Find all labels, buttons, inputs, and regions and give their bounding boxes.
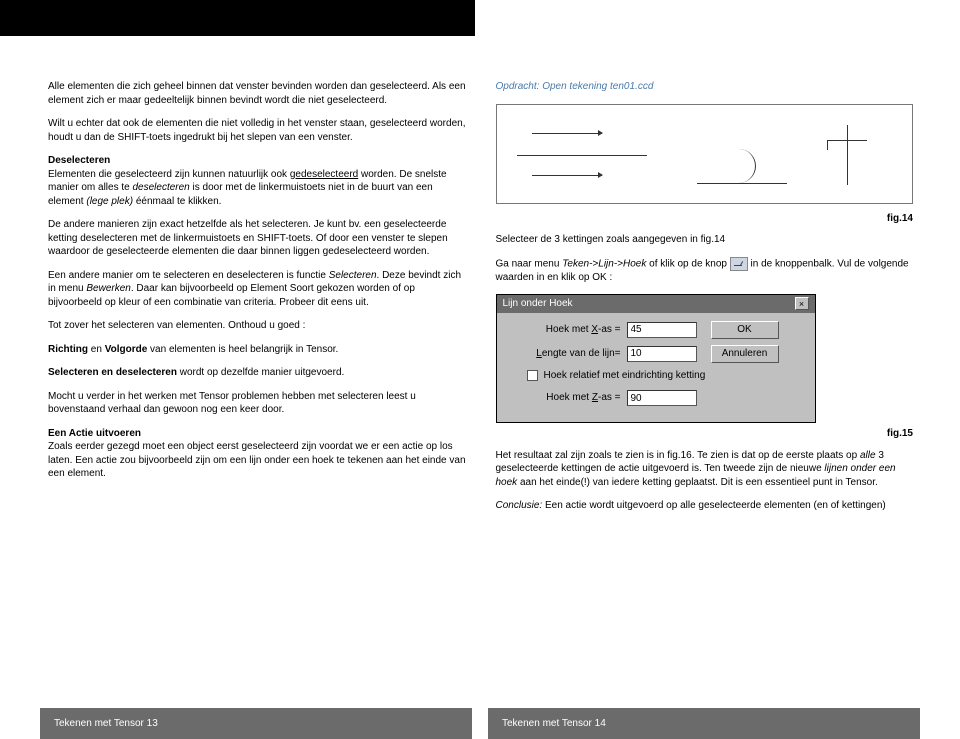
fig14-caption: fig.14 <box>496 212 914 226</box>
t: éénmaal te klikken. <box>133 196 221 207</box>
left-p4: De andere manieren zijn exact hetzelfde … <box>48 218 466 259</box>
figure-14 <box>496 104 914 204</box>
t: of klik op de knop <box>646 258 729 269</box>
t: Zoals eerder gezegd moet een object eers… <box>48 441 466 479</box>
t: Volgorde <box>105 344 148 355</box>
t: van elementen is heel belangrijk in Tens… <box>147 344 338 355</box>
label-hoek-x: Hoek met X-as = <box>507 323 627 337</box>
t: en <box>88 344 105 355</box>
t: engte van de lijn= <box>542 348 621 359</box>
left-p5: Een andere manier om te selecteren en de… <box>48 269 466 310</box>
t: alle <box>860 450 876 461</box>
t: Selecteren <box>329 270 377 281</box>
input-lengte[interactable] <box>627 346 697 362</box>
left-p3: Deselecteren Elementen die geselecteerd … <box>48 154 466 208</box>
left-p8: Selecteren en deselecteren wordt op deze… <box>48 366 466 380</box>
left-p7: Richting en Volgorde van elementen is he… <box>48 343 466 357</box>
footer-left: Tekenen met Tensor 13 <box>40 708 472 739</box>
t: gedeselecteerd <box>290 169 358 180</box>
fig15-caption: fig.15 <box>496 427 914 441</box>
t: Het resultaat zal zijn zoals te zien is … <box>496 450 860 461</box>
t: oek relatief met eindrichting ketting <box>551 370 706 381</box>
t: Een actie wordt uitgevoerd op alle gesel… <box>542 500 886 511</box>
angle-line-icon[interactable] <box>730 257 748 271</box>
assignment-text: Opdracht: Open tekening ten01.ccd <box>496 80 914 94</box>
t: X <box>591 324 598 335</box>
header-black-bar <box>0 0 475 36</box>
t: Selecteren en deselecteren <box>48 367 177 378</box>
label-hoek-z: Hoek met Z-as = <box>507 391 627 405</box>
t: Bewerken <box>86 283 130 294</box>
right-p1: Selecteer de 3 kettingen zoals aangegeve… <box>496 233 914 247</box>
right-p2: Ga naar menu Teken->Lijn->Hoek of klik o… <box>496 257 914 285</box>
t: Een andere manier om te selecteren en de… <box>48 270 329 281</box>
left-p2: Wilt u echter dat ook de elementen die n… <box>48 117 466 144</box>
heading-actie: Een Actie uitvoeren <box>48 428 141 439</box>
t: wordt op dezelfde manier uitgevoerd. <box>177 367 344 378</box>
left-p6: Tot zover het selecteren van elementen. … <box>48 319 466 333</box>
close-icon[interactable]: × <box>795 297 809 310</box>
t: Conclusie: <box>496 500 543 511</box>
dialog-lijn-onder-hoek: Lijn onder Hoek × Hoek met X-as = OK Len… <box>496 294 816 423</box>
footers: Tekenen met Tensor 13 Tekenen met Tensor… <box>0 708 960 739</box>
input-hoek-x[interactable] <box>627 322 697 338</box>
label-hoek-relatief: Hoek relatief met eindrichting ketting <box>544 369 706 383</box>
t: -as = <box>598 324 621 335</box>
left-p1: Alle elementen die zich geheel binnen da… <box>48 80 466 107</box>
page-columns: Alle elementen die zich geheel binnen da… <box>48 80 913 523</box>
t: aan het einde(!) van iedere ketting gepl… <box>517 477 878 488</box>
t: Hoek met <box>546 392 592 403</box>
footer-right: Tekenen met Tensor 14 <box>488 708 920 739</box>
ok-button[interactable]: OK <box>711 321 779 339</box>
heading-deselecteren: Deselecteren <box>48 155 110 166</box>
t: Teken->Lijn->Hoek <box>562 258 646 269</box>
right-p4: Conclusie: Een actie wordt uitgevoerd op… <box>496 499 914 513</box>
t: (lege plek) <box>86 196 133 207</box>
left-p10: Een Actie uitvoeren Zoals eerder gezegd … <box>48 427 466 481</box>
dialog-title: Lijn onder Hoek <box>503 297 573 311</box>
annuleren-button[interactable]: Annuleren <box>711 345 779 363</box>
input-hoek-z[interactable] <box>627 390 697 406</box>
t: deselecteren <box>132 182 189 193</box>
left-p9: Mocht u verder in het werken met Tensor … <box>48 390 466 417</box>
right-p3: Het resultaat zal zijn zoals te zien is … <box>496 449 914 490</box>
t: H <box>544 370 551 381</box>
label-lengte: Lengte van de lijn= <box>507 347 627 361</box>
t: Hoek met <box>546 324 592 335</box>
right-column: Opdracht: Open tekening ten01.ccd fig.14… <box>496 80 914 523</box>
checkbox-hoek-relatief[interactable] <box>527 370 538 381</box>
t: Richting <box>48 344 88 355</box>
left-column: Alle elementen die zich geheel binnen da… <box>48 80 466 523</box>
t: Ga naar menu <box>496 258 563 269</box>
t: Elementen die geselecteerd zijn kunnen n… <box>48 169 290 180</box>
dialog-title-bar: Lijn onder Hoek × <box>497 295 815 313</box>
t: -as = <box>598 392 621 403</box>
